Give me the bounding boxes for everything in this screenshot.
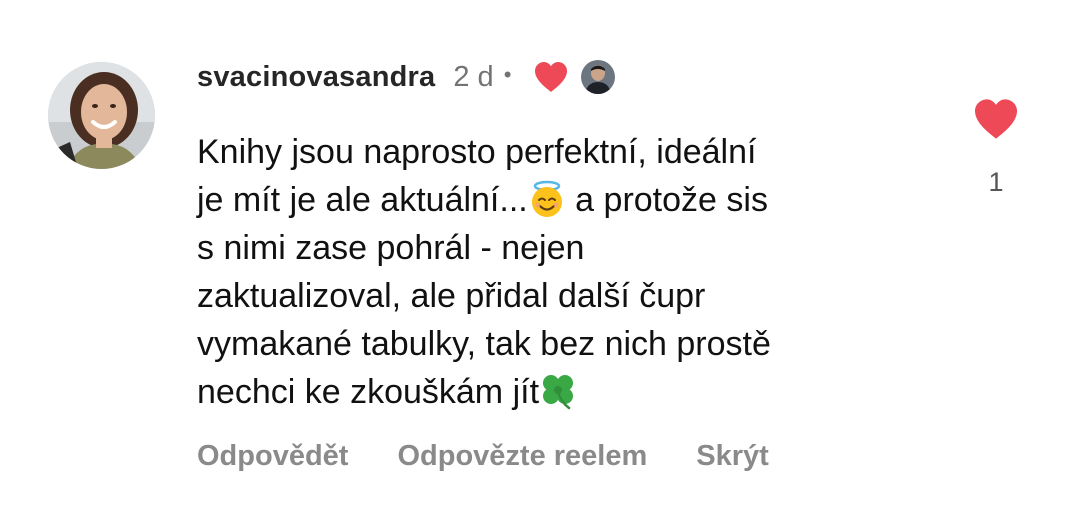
comment-header: svacinovasandra 2 d • — [197, 57, 616, 97]
reply-with-reel-button[interactable]: Odpovězte reelem — [397, 440, 647, 473]
four-leaf-clover-icon — [539, 372, 577, 410]
reply-button[interactable]: Odpovědět — [197, 440, 348, 473]
smiling-face-with-halo-icon — [528, 180, 566, 218]
like-column: 1 — [970, 98, 1022, 198]
commenter-avatar[interactable] — [48, 62, 155, 169]
comment-actions: Odpovědět Odpovězte reelem Skrýt — [197, 440, 769, 473]
comment-item: svacinovasandra 2 d • Knihy jsou naprost… — [0, 0, 1080, 520]
author-liked-heart-icon — [533, 61, 569, 93]
separator-dot: • — [503, 62, 512, 87]
hide-button[interactable]: Skrýt — [696, 440, 769, 473]
comment-timestamp: 2 d — [453, 60, 494, 93]
like-heart-icon[interactable] — [970, 98, 1022, 145]
like-count[interactable]: 1 — [970, 167, 1022, 198]
comment-text: Knihy jsou naprosto perfektní, ideální j… — [197, 128, 937, 416]
username[interactable]: svacinovasandra — [197, 61, 435, 94]
author-avatar — [581, 60, 616, 94]
